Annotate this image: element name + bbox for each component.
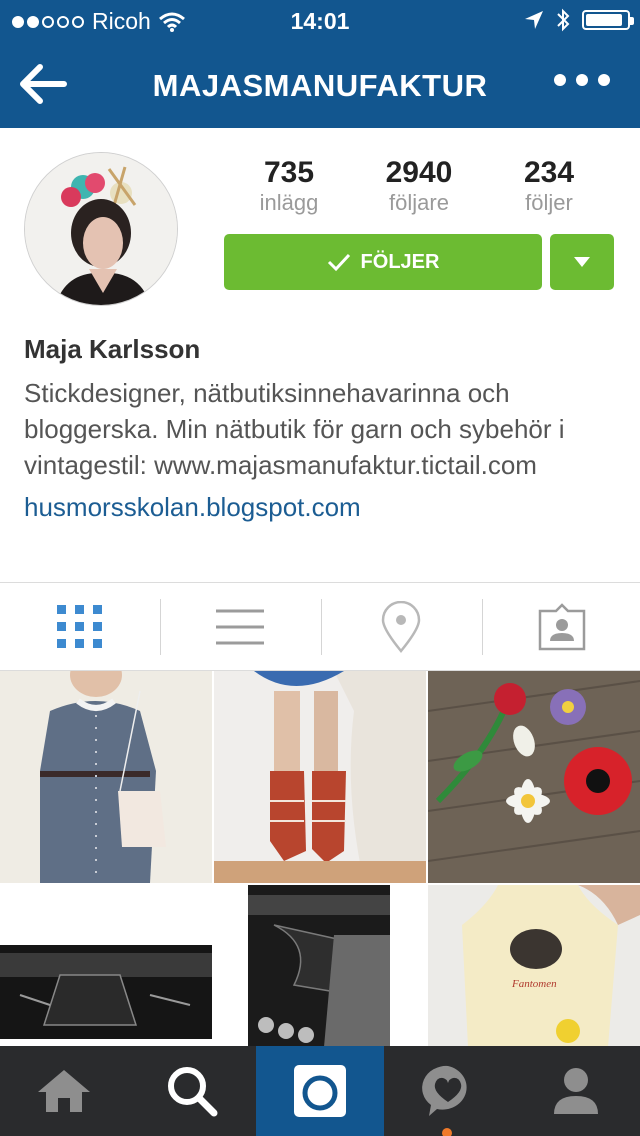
nav-search[interactable] bbox=[128, 1046, 256, 1136]
profile-view-tabs bbox=[0, 582, 640, 671]
camera-icon bbox=[294, 1065, 346, 1117]
photo-thumbnail[interactable]: Fantomen bbox=[428, 885, 640, 1047]
profile-bio: Maja Karlsson Stickdesigner, nätbutiksin… bbox=[24, 334, 620, 525]
photo-thumbnail[interactable] bbox=[214, 671, 426, 883]
photo-thumbnail[interactable] bbox=[0, 885, 212, 1047]
top-bar: Ricoh 14:01 MAJASMANUFAKTUR bbox=[0, 0, 640, 128]
stat-followers[interactable]: 2940 följare bbox=[354, 156, 484, 216]
location-arrow-icon bbox=[525, 11, 543, 29]
photo-crochet-flowers bbox=[428, 671, 640, 883]
more-dot-icon bbox=[554, 74, 566, 86]
tagged-person-icon bbox=[538, 603, 586, 651]
bottom-navigation bbox=[0, 1046, 640, 1136]
photo-socks bbox=[214, 671, 426, 883]
home-icon bbox=[38, 1070, 90, 1112]
profile-name: Maja Karlsson bbox=[24, 334, 201, 364]
bluetooth-icon bbox=[557, 8, 570, 32]
profile-icon bbox=[554, 1068, 598, 1114]
svg-text:Fantomen: Fantomen bbox=[511, 978, 557, 990]
stat-following-value: 234 bbox=[523, 156, 575, 189]
stat-following[interactable]: 234 följer bbox=[484, 156, 614, 216]
profile-stats: 735 inlägg 2940 följare 234 följer bbox=[224, 156, 614, 220]
photo-dress bbox=[0, 671, 212, 883]
photo-thumbnail[interactable] bbox=[428, 671, 640, 883]
website-link[interactable]: husmorsskolan.blogspot.com bbox=[24, 489, 620, 525]
avatar-photo bbox=[25, 153, 177, 305]
checkmark-icon bbox=[327, 253, 350, 272]
photo-thumbnail[interactable] bbox=[214, 885, 426, 1047]
page-title: MAJASMANUFAKTUR bbox=[152, 68, 488, 103]
nav-profile[interactable] bbox=[512, 1046, 640, 1136]
search-icon bbox=[168, 1067, 218, 1117]
photo-typewriter-wide bbox=[0, 885, 212, 1047]
grid-icon bbox=[57, 605, 102, 648]
stat-followers-value: 2940 bbox=[385, 156, 453, 189]
activity-heart-icon bbox=[422, 1065, 467, 1116]
profile-avatar[interactable] bbox=[24, 152, 178, 306]
stat-followers-label: följare bbox=[389, 190, 449, 215]
battery-icon bbox=[582, 10, 634, 30]
stat-following-label: följer bbox=[525, 190, 573, 215]
more-options-button[interactable] bbox=[554, 74, 610, 86]
battery-level bbox=[586, 14, 622, 26]
header: MAJASMANUFAKTUR bbox=[0, 40, 640, 128]
suggestions-dropdown-button[interactable] bbox=[550, 234, 614, 290]
following-button[interactable]: FÖLJER bbox=[224, 234, 542, 290]
photo-tshirt: Fantomen bbox=[428, 885, 640, 1047]
more-dot-icon bbox=[598, 74, 610, 86]
photo-thumbnail[interactable] bbox=[0, 671, 212, 883]
bio-text: Stickdesigner, nätbutiksinnehavarinna oc… bbox=[24, 378, 565, 480]
nav-home[interactable] bbox=[0, 1046, 128, 1136]
triangle-down-icon bbox=[574, 257, 590, 267]
location-pin-icon bbox=[381, 601, 421, 653]
notification-dot bbox=[442, 1128, 452, 1136]
tab-location-view[interactable] bbox=[321, 583, 481, 671]
status-right bbox=[524, 8, 634, 32]
status-bar: Ricoh 14:01 bbox=[0, 0, 640, 40]
photo-grid: Fantomen bbox=[0, 671, 640, 1047]
photo-typewriter-knit bbox=[214, 885, 426, 1047]
tab-tagged-view[interactable] bbox=[482, 583, 640, 671]
nav-camera[interactable] bbox=[256, 1046, 384, 1136]
tab-grid-view[interactable] bbox=[0, 583, 160, 671]
tab-list-view[interactable] bbox=[160, 583, 320, 671]
stat-posts[interactable]: 735 inlägg bbox=[224, 156, 354, 216]
stat-posts-value: 735 bbox=[263, 156, 315, 189]
stat-posts-label: inlägg bbox=[259, 190, 319, 215]
following-button-label: FÖLJER bbox=[360, 250, 440, 273]
nav-activity[interactable] bbox=[384, 1046, 512, 1136]
instagram-profile-screen: Ricoh 14:01 MAJASMANUFAKTUR 735 inlägg 2… bbox=[0, 0, 640, 1136]
list-icon bbox=[216, 609, 264, 645]
more-dot-icon bbox=[576, 74, 588, 86]
